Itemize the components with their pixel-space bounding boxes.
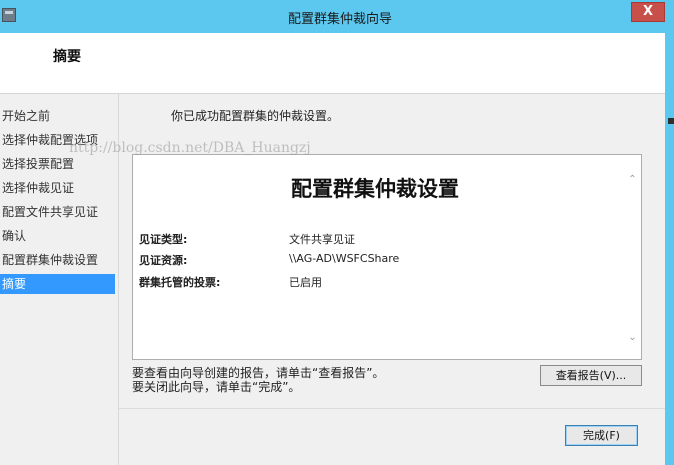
- view-report-button[interactable]: 查看报告(V)...: [540, 365, 642, 386]
- wizard-window: 配置群集仲裁向导 X 摘要 开始之前 选择仲裁配置选项 选择投票配置 选择仲裁见…: [0, 0, 674, 465]
- page-header: 摘要: [0, 33, 665, 94]
- report-value-witness-resource: \\AG-AD\WSFCShare: [289, 252, 400, 265]
- report-label-witness-resource: 见证资源:: [139, 254, 188, 267]
- close-button[interactable]: X: [631, 2, 665, 22]
- nav-step-summary[interactable]: 摘要: [0, 274, 115, 294]
- report-value-witness-type: 文件共享见证: [289, 233, 355, 246]
- report-value-cluster-votes: 已启用: [289, 276, 322, 289]
- nav-step-before-you-begin[interactable]: 开始之前: [0, 106, 115, 126]
- report-label-cluster-votes: 群集托管的投票:: [139, 276, 221, 289]
- nav-step-confirmation[interactable]: 确认: [0, 226, 115, 246]
- nav-step-file-share-witness[interactable]: 配置文件共享见证: [0, 202, 115, 222]
- scroll-up-icon[interactable]: ⌃: [624, 171, 641, 188]
- report-row: 见证资源: \\AG-AD\WSFCShare: [139, 252, 609, 268]
- report-panel[interactable]: 配置群集仲裁设置 见证类型: 文件共享见证 见证资源: \\AG-AD\WSFC…: [132, 154, 642, 360]
- nav-step-quorum-witness[interactable]: 选择仲裁见证: [0, 178, 115, 198]
- scroll-down-icon[interactable]: ⌄: [624, 329, 641, 346]
- close-wizard-instruction: 要关闭此向导，请单击“完成”。: [132, 380, 301, 394]
- background-window-edge: [668, 118, 674, 124]
- watermark-text: http://blog.csdn.net/DBA_Huangzj: [69, 140, 311, 156]
- report-row: 见证类型: 文件共享见证: [139, 231, 609, 247]
- server-manager-icon: [2, 8, 16, 22]
- nav-step-voting-config[interactable]: 选择投票配置: [0, 154, 115, 174]
- title-bar[interactable]: 配置群集仲裁向导 X: [0, 0, 674, 34]
- window-title: 配置群集仲裁向导: [287, 12, 392, 27]
- finish-button[interactable]: 完成(F): [565, 425, 638, 446]
- report-label-witness-type: 见证类型:: [139, 233, 188, 246]
- nav-step-configure-quorum[interactable]: 配置群集仲裁设置: [0, 250, 115, 270]
- footer-divider: [119, 408, 665, 409]
- page-title: 摘要: [53, 49, 81, 65]
- report-title: 配置群集仲裁设置: [291, 177, 459, 201]
- report-scrollbar[interactable]: ⌃ ⌄: [624, 155, 641, 359]
- report-row: 群集托管的投票: 已启用: [139, 274, 609, 290]
- success-message: 你已成功配置群集的仲裁设置。: [171, 109, 340, 123]
- window-frame-right: [665, 33, 674, 465]
